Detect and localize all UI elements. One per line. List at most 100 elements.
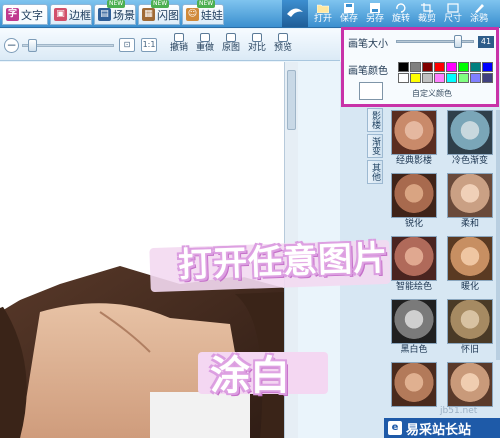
swatch-yellow[interactable] bbox=[410, 73, 421, 83]
save-as-label: 另存 bbox=[365, 14, 384, 24]
caption-white-out: 涂白 bbox=[210, 353, 290, 399]
effect-thumbnail bbox=[447, 110, 493, 155]
swatch-light-green[interactable] bbox=[458, 73, 469, 83]
zoom-out-button[interactable]: − bbox=[4, 38, 19, 53]
actual-size-button[interactable]: 1:1 bbox=[141, 38, 157, 52]
effect-label: 冷色渐变 bbox=[451, 156, 488, 166]
size-button[interactable]: 尺寸 bbox=[440, 2, 466, 27]
rotate-icon bbox=[396, 3, 406, 13]
redo-button[interactable]: 重做 bbox=[196, 33, 214, 57]
scrollbar-thumb[interactable] bbox=[287, 70, 296, 130]
current-color-preview[interactable] bbox=[359, 82, 383, 100]
undo-label: 撤销 bbox=[170, 43, 189, 53]
resize-icon bbox=[447, 3, 459, 13]
effect-label: 智能绘色 bbox=[395, 282, 432, 292]
swatch-green[interactable] bbox=[458, 62, 469, 72]
effect-item[interactable] bbox=[388, 362, 440, 421]
doodle-label: 涂鸦 bbox=[469, 14, 488, 24]
effect-item[interactable]: 怀旧 bbox=[444, 299, 496, 358]
effect-thumbnail bbox=[391, 299, 437, 344]
brush-size-slider[interactable] bbox=[396, 40, 474, 43]
swatch-white[interactable] bbox=[398, 73, 409, 83]
tab-gradient[interactable]: 渐变 bbox=[367, 134, 383, 158]
tab-scene[interactable]: NEW ▤ 场景 bbox=[94, 0, 136, 25]
compare-button[interactable]: 对比 bbox=[248, 33, 266, 57]
swatch-gray[interactable] bbox=[410, 62, 421, 72]
effect-label: 怀旧 bbox=[460, 345, 479, 355]
tab-label: 场景 bbox=[113, 8, 135, 22]
zoom-slider-handle[interactable] bbox=[28, 39, 37, 52]
compare-label: 对比 bbox=[248, 43, 267, 53]
tab-doll[interactable]: NEW ☺ 娃娃 bbox=[182, 0, 224, 25]
tab-text[interactable]: 字 文字 bbox=[2, 4, 48, 25]
swatch-magenta[interactable] bbox=[446, 62, 457, 72]
text-icon: 字 bbox=[6, 8, 19, 21]
save-as-icon bbox=[370, 3, 380, 13]
save-icon bbox=[344, 3, 354, 13]
swatch-pink[interactable] bbox=[434, 73, 445, 83]
zoom-out-icon: − bbox=[6, 38, 17, 52]
effect-item[interactable]: 冷色渐变 bbox=[444, 110, 496, 169]
tab-label: 文字 bbox=[21, 8, 43, 22]
swatch-light-blue[interactable] bbox=[470, 73, 481, 83]
open-label: 打开 bbox=[313, 14, 332, 24]
effect-thumbnail bbox=[391, 236, 437, 281]
preview-button[interactable]: 预览 bbox=[274, 33, 292, 57]
effects-scrollbar[interactable] bbox=[496, 110, 500, 360]
original-label: 原图 bbox=[222, 43, 241, 53]
save-label: 保存 bbox=[339, 14, 358, 24]
watermark-url: jb51.net bbox=[440, 406, 478, 416]
swatch-red[interactable] bbox=[434, 62, 445, 72]
custom-color-link[interactable]: 自定义颜色 bbox=[412, 88, 452, 99]
doodle-button[interactable]: 涂鸦 bbox=[466, 2, 492, 27]
swatch-maroon[interactable] bbox=[422, 62, 433, 72]
save-button[interactable]: 保存 bbox=[336, 2, 362, 27]
tab-frame[interactable]: ▣ 边框 bbox=[50, 4, 92, 25]
redo-label: 重做 bbox=[196, 43, 215, 53]
color-swatch-grid bbox=[398, 62, 496, 83]
original-button[interactable]: 原图 bbox=[222, 33, 240, 57]
preview-label: 预览 bbox=[274, 43, 293, 53]
save-as-button[interactable]: 另存 bbox=[362, 2, 388, 27]
swatch-teal[interactable] bbox=[470, 62, 481, 72]
effect-item[interactable]: 经典影楼 bbox=[388, 110, 440, 169]
fit-window-button[interactable]: ⊡ bbox=[119, 38, 135, 52]
undo-button[interactable]: 撤销 bbox=[170, 33, 188, 57]
swatch-blue[interactable] bbox=[482, 62, 493, 72]
site-logo-icon: e bbox=[388, 421, 402, 435]
swatch-navy[interactable] bbox=[482, 73, 493, 83]
effect-item[interactable]: 智能绘色 bbox=[388, 236, 440, 295]
swatch-cyan[interactable] bbox=[446, 73, 457, 83]
new-badge: NEW bbox=[197, 0, 216, 8]
tab-studio[interactable]: 影楼 bbox=[367, 108, 383, 132]
effect-item[interactable]: 黑白色 bbox=[388, 299, 440, 358]
effect-thumbnail bbox=[391, 110, 437, 155]
effect-label: 暖化 bbox=[460, 282, 479, 292]
effect-label: 锐化 bbox=[404, 219, 423, 229]
brush-size-value[interactable]: 41 bbox=[478, 36, 494, 48]
fit-icon: ⊡ bbox=[123, 40, 131, 49]
effect-category-tabs: 影楼 渐变 其他 bbox=[367, 108, 383, 186]
effect-item[interactable]: 锐化 bbox=[388, 173, 440, 232]
doll-icon: ☺ bbox=[186, 8, 199, 21]
effect-thumbnail bbox=[391, 173, 437, 218]
brush-size-handle[interactable] bbox=[454, 35, 462, 48]
app-menu-button[interactable] bbox=[282, 0, 308, 27]
brush-color-label: 画笔颜色 bbox=[348, 66, 388, 77]
tab-gif[interactable]: NEW ▦ 闪图 bbox=[138, 0, 180, 25]
effect-item[interactable]: 暖化 bbox=[444, 236, 496, 295]
open-button[interactable]: 打开 bbox=[310, 2, 336, 27]
crop-button[interactable]: 裁剪 bbox=[414, 2, 440, 27]
tab-label: 闪图 bbox=[157, 8, 179, 22]
swatch-silver[interactable] bbox=[422, 73, 433, 83]
effect-label: 黑白色 bbox=[400, 345, 428, 355]
effect-label: 经典影楼 bbox=[395, 156, 432, 166]
tab-other[interactable]: 其他 bbox=[367, 160, 383, 184]
rotate-button[interactable]: 旋转 bbox=[388, 2, 414, 27]
rotate-label: 旋转 bbox=[391, 14, 410, 24]
brush-size-label: 画笔大小 bbox=[348, 39, 388, 50]
swatch-black[interactable] bbox=[398, 62, 409, 72]
caption-open-image: 打开任意图片 bbox=[177, 238, 389, 286]
app-logo-icon bbox=[287, 8, 303, 17]
effect-item[interactable]: 柔和 bbox=[444, 173, 496, 232]
